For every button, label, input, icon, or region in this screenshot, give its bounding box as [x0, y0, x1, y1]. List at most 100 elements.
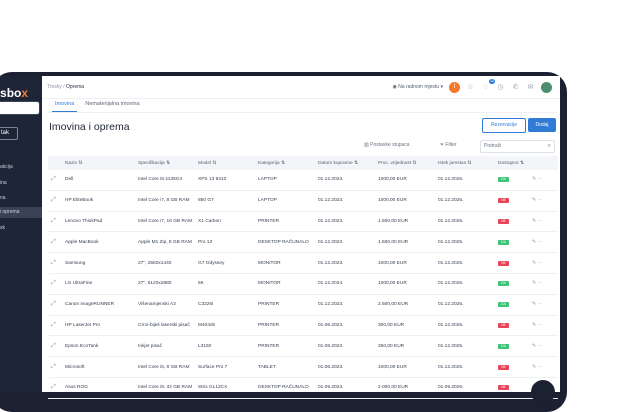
- more-icon[interactable]: ⋯: [536, 344, 542, 349]
- cell-warranty: 01.12.2025.: [435, 211, 495, 233]
- more-icon[interactable]: ⋯: [536, 219, 542, 224]
- col-dostupno[interactable]: Dostupno ⇅: [495, 156, 529, 170]
- cell-model: G7 Odyssey: [195, 252, 255, 274]
- status-text[interactable]: ◉ Na radnom mjestu ▾: [392, 84, 443, 90]
- more-icon[interactable]: ⋯: [536, 323, 542, 328]
- user-avatar[interactable]: [541, 81, 552, 93]
- breadcrumb-root[interactable]: Trosky: [47, 84, 62, 90]
- table-header: Naziv ⇅ Specifikacija ⇅ Model ⇅ Kategori…: [48, 156, 558, 170]
- cell-value: 2.500,00 EUR: [375, 294, 435, 316]
- more-icon[interactable]: ⋯: [536, 302, 542, 307]
- expand-icon[interactable]: ⤢: [51, 280, 56, 286]
- table-row[interactable]: ⤢ Asus ROG Intel Core i9, 32 GB RAM Strix G…: [48, 377, 558, 399]
- table-row[interactable]: ⤢ Epson EcoTank Inkjet pisač L3150 PRINTER 01…: [48, 335, 558, 358]
- table-row[interactable]: ⤢ HP EliteBook Intel Core i7, 8 GB RAM 850 …: [48, 190, 558, 212]
- expand-icon[interactable]: ⤢: [51, 301, 56, 307]
- cell-name: Apple MacBook: [62, 231, 135, 254]
- cell-warranty: 01.12.2025.: [435, 190, 495, 212]
- cell-category: LAPTOP: [255, 190, 315, 212]
- cell-model: Surface Pro 7: [195, 356, 255, 378]
- expand-icon[interactable]: ⤢: [51, 197, 56, 203]
- sidebar: sbox tak akcija ina na i oprema sk: [0, 76, 42, 392]
- clock-icon[interactable]: ◷: [496, 83, 505, 92]
- sidebar-search-input[interactable]: [0, 101, 40, 115]
- table-row[interactable]: ⤢ Samsung 27", 2560x1440 G7 Odyssey MONITOR 0…: [48, 252, 558, 274]
- cell-warranty: 01.12.2025.: [435, 335, 495, 358]
- more-icon[interactable]: ⋯: [536, 261, 542, 266]
- cell-spec: Inkjet pisač: [135, 335, 195, 358]
- cell-date: 01.12.2023.: [315, 190, 375, 212]
- sidebar-item-active[interactable]: i oprema: [0, 207, 42, 218]
- cell-date: 01.12.2023.: [315, 211, 375, 233]
- col-specifikacija[interactable]: Specifikacija ⇅: [135, 156, 195, 170]
- col-model[interactable]: Model ⇅: [195, 156, 255, 170]
- cell-value: 1.500,00 EUR: [375, 231, 435, 254]
- col-datum[interactable]: Datum kupovine ⇅: [315, 156, 375, 170]
- cell-model: 850 G7: [195, 190, 255, 212]
- table-row[interactable]: ⤢ Lenovo ThinkPad Intel Core i7, 16 GB RAM…: [48, 211, 558, 233]
- sidebar-item[interactable]: sk: [0, 225, 5, 231]
- more-icon[interactable]: ⋯: [536, 198, 542, 203]
- main-screen: Trosky / Oprema ◉ Na radnom mjestu ▾ I ☆…: [42, 76, 560, 399]
- more-icon[interactable]: ⋯: [536, 177, 542, 182]
- cell-value: 300,00 EUR: [375, 315, 435, 337]
- topbar-actions: ◉ Na radnom mjestu ▾ I ☆ ♢ 12 ◷ ✆ ✉: [392, 78, 552, 93]
- status-badge: DA: [498, 302, 509, 308]
- search-input[interactable]: Pretraži ⌕: [480, 140, 555, 153]
- bell-icon[interactable]: ♢ 12: [481, 78, 495, 92]
- cell-warranty: 01.12.2025.: [435, 273, 495, 295]
- table-row[interactable]: ⤢ LG UltraFine 27", 5120x2880 5K MONITOR 01.1…: [48, 273, 558, 295]
- cell-warranty: 01.09.2026.: [435, 377, 495, 399]
- table-row[interactable]: ⤢ Apple MacBook Apple M1 Zip, 8 GB RAM Pro …: [48, 231, 558, 254]
- tab-imovina[interactable]: Imovina: [52, 101, 78, 112]
- chat-button[interactable]: [531, 380, 555, 404]
- avatar[interactable]: I: [449, 81, 460, 93]
- col-vrijednost[interactable]: Proc. vrijednost ⇅: [375, 156, 435, 170]
- notification-badge: 12: [489, 78, 495, 84]
- cell-model: Strix GL12CX: [195, 377, 255, 399]
- sidebar-item[interactable]: akcija: [0, 164, 13, 170]
- expand-icon[interactable]: ⤢: [51, 260, 56, 266]
- phone-icon[interactable]: ✆: [511, 83, 520, 92]
- cell-value: 2.000,00 EUR: [375, 377, 435, 399]
- more-icon[interactable]: ⋯: [536, 240, 542, 245]
- expand-icon[interactable]: ⤢: [51, 322, 56, 328]
- table-row[interactable]: ⤢ Canon imageRUNNER Višenamjenski A3 C3226i…: [48, 294, 558, 316]
- cell-value: 250,00 EUR: [375, 335, 435, 358]
- rezervacije-button[interactable]: Rezervacije: [482, 118, 526, 133]
- col-naziv[interactable]: Naziv ⇅: [62, 156, 135, 170]
- cell-value: 1000,00 EUR: [375, 356, 435, 378]
- expand-icon[interactable]: ⤢: [51, 364, 56, 370]
- table-row[interactable]: ⤢ Dell Intel Core i5-1135G4 XPS 13 9310 LAPT…: [48, 170, 558, 191]
- expand-icon[interactable]: ⤢: [51, 218, 56, 224]
- cell-spec: Intel Core i5-1135G4: [135, 170, 195, 191]
- mail-icon[interactable]: ✉: [526, 83, 535, 92]
- search-icon: ⌕: [547, 143, 551, 149]
- divider: [47, 112, 557, 113]
- sidebar-button[interactable]: tak: [0, 127, 18, 140]
- table-body: ⤢ Dell Intel Core i5-1135G4 XPS 13 9310 LAPT…: [48, 170, 558, 399]
- cell-value: 1000,00 EUR: [375, 252, 435, 274]
- expand-icon[interactable]: ⤢: [51, 239, 56, 245]
- expand-icon[interactable]: ⤢: [51, 343, 56, 349]
- cell-warranty: 01.12.2025.: [435, 294, 495, 316]
- star-icon[interactable]: ☆: [466, 83, 475, 92]
- more-icon[interactable]: ⋯: [536, 365, 542, 370]
- add-button[interactable]: Dodaj: [528, 118, 556, 132]
- sidebar-item[interactable]: na: [0, 195, 6, 201]
- cell-spec: Apple M1 Zip, 8 GB RAM: [135, 231, 195, 254]
- expand-icon[interactable]: ⤢: [51, 384, 56, 390]
- status-badge: NE: [498, 260, 509, 266]
- table-row[interactable]: ⤢ Microsoft Intel Core i5, 8 GB RAM Surface…: [48, 356, 558, 378]
- col-kategorija[interactable]: Kategorija ⇅: [255, 156, 315, 170]
- columns-button[interactable]: ▥ Postavke stupaca: [364, 140, 410, 151]
- more-icon[interactable]: ⋯: [536, 281, 542, 286]
- sidebar-item[interactable]: ina: [0, 180, 7, 186]
- tab-nematerijalna[interactable]: Nematerijalna imovina: [85, 101, 139, 112]
- status-badge: DA: [498, 239, 509, 245]
- table-row[interactable]: ⤢ HP LaserJet Pro Crno-bijeli laserski pis…: [48, 315, 558, 337]
- expand-icon[interactable]: ⤢: [51, 176, 56, 182]
- cell-category: LAPTOP: [255, 170, 315, 191]
- filter-button[interactable]: ⏷ Filter: [440, 140, 457, 151]
- col-jamstvo[interactable]: Istek jamstva ⇅: [435, 156, 495, 170]
